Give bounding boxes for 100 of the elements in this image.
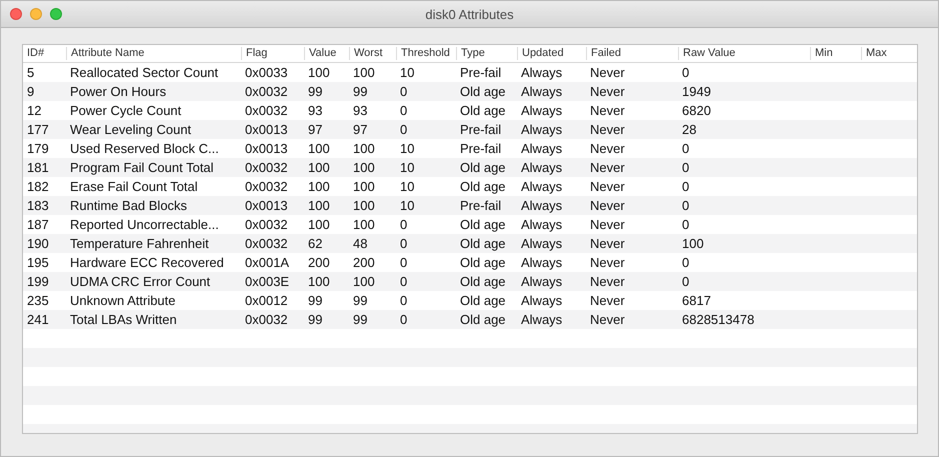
table-row[interactable]: 179 Used Reserved Block C... 0x0013 100 100 10 Pre-fail Always Never 0 (23, 139, 917, 158)
table-cell-text: Never (589, 179, 626, 194)
table-row[interactable]: 5 Reallocated Sector Count 0x0033 100 100 10 Pre-fail Always Never 0 (23, 63, 917, 82)
table-cell-text: 9 (26, 84, 36, 99)
table-cell-text: 0 (399, 293, 408, 308)
table-row[interactable]: 181 Program Fail Count Total 0x0032 100 100 10 Old age Always Never 0 (23, 158, 917, 177)
table-cell-text: 99 (352, 312, 368, 327)
table-cell-text: Never (589, 160, 626, 175)
table-cell-text: 0 (681, 217, 690, 232)
column-header[interactable]: ID# (23, 47, 66, 60)
table-cell-text: Pre-fail (459, 65, 502, 80)
table-cell-text: Reallocated Sector Count (69, 65, 220, 80)
table-row[interactable]: 241 Total LBAs Written 0x0032 99 99 0 Old age Always Never 6828513478 (23, 310, 917, 329)
table-row[interactable]: 187 Reported Uncorrectable... 0x0032 100 100 0 Old age Always Never 0 (23, 215, 917, 234)
table-cell-text: Old age (459, 84, 507, 99)
table-cell-text: Reported Uncorrectable... (69, 217, 220, 232)
table-cell-text: 100 (352, 217, 376, 232)
table-cell-text: Pre-fail (459, 198, 502, 213)
table-cell-text: Old age (459, 236, 507, 251)
table-cell-text: Always (520, 312, 564, 327)
table-cell-text: 0 (681, 141, 690, 156)
table-cell-text: Always (520, 84, 564, 99)
column-header[interactable]: Flag (241, 47, 304, 60)
table-cell-text: 0 (681, 274, 690, 289)
table-cell-text: 0 (681, 179, 690, 194)
table-row[interactable]: 235 Unknown Attribute 0x0012 99 99 0 Old age Always Never 6817 (23, 291, 917, 310)
table-cell-text: 93 (352, 103, 368, 118)
table-row[interactable]: 183 Runtime Bad Blocks 0x0013 100 100 10 Pre-fail Always Never 0 (23, 196, 917, 215)
column-header[interactable]: Worst (349, 47, 396, 60)
table-cell-text: 93 (307, 103, 324, 118)
table-cell-text: 62 (307, 236, 324, 251)
table-cell-text: Wear Leveling Count (69, 122, 192, 137)
table-cell-text: Old age (459, 312, 507, 327)
table-cell-text: 200 (352, 255, 376, 270)
column-header[interactable]: Value (304, 47, 349, 60)
table-row[interactable]: 9 Power On Hours 0x0032 99 99 0 Old age Always Never 1949 (23, 82, 917, 101)
table-cell-text: Temperature Fahrenheit (69, 236, 210, 251)
table-cell-text: Always (520, 141, 564, 156)
table-cell-text: 6820 (681, 103, 712, 118)
table-cell-text: 183 (26, 198, 50, 213)
table-cell-text: 0x0032 (244, 236, 289, 251)
table-row[interactable]: 195 Hardware ECC Recovered 0x001A 200 200 0 Old age Always Never 0 (23, 253, 917, 272)
table-cell-text: 10 (399, 198, 416, 213)
table-row[interactable]: 199 UDMA CRC Error Count 0x003E 100 100 0 Old age Always Never 0 (23, 272, 917, 291)
table-cell-text: 48 (352, 236, 368, 251)
table-cell-text: 190 (26, 236, 50, 251)
column-header[interactable]: Updated (517, 47, 586, 60)
table-cell-text: 99 (307, 293, 324, 308)
column-header[interactable]: Failed (586, 47, 678, 60)
table-cell-text: 182 (26, 179, 50, 194)
column-header[interactable]: Type (456, 47, 517, 60)
table-cell-text: Unknown Attribute (69, 293, 177, 308)
table-row[interactable]: 12 Power Cycle Count 0x0032 93 93 0 Old age Always Never 6820 (23, 101, 917, 120)
table-cell-text: 10 (399, 179, 416, 194)
table-cell-text: 100 (307, 217, 331, 232)
table-cell-text: Never (589, 122, 626, 137)
table-cell-text: Never (589, 274, 626, 289)
column-header[interactable]: Attribute Name (66, 47, 241, 60)
table-cell-text: 200 (307, 255, 331, 270)
table-cell-text: 100 (352, 179, 376, 194)
window-title: disk0 Attributes (425, 6, 514, 22)
zoom-button[interactable] (50, 8, 62, 20)
table-cell-text: 100 (352, 160, 376, 175)
minimize-button[interactable] (30, 8, 42, 20)
table-cell-text: 100 (307, 198, 331, 213)
table-row[interactable]: 190 Temperature Fahrenheit 0x0032 62 48 0 Old age Always Never 100 (23, 234, 917, 253)
table-cell-text: 187 (26, 217, 50, 232)
table-cell-text: Never (589, 198, 626, 213)
table-cell-text: 1949 (681, 84, 712, 99)
table-cell-text: Always (520, 122, 564, 137)
table-cell-text: Always (520, 179, 564, 194)
table-row[interactable]: 182 Erase Fail Count Total 0x0032 100 100 10 Old age Always Never 0 (23, 177, 917, 196)
table-row[interactable]: 177 Wear Leveling Count 0x0013 97 97 0 Pre-fail Always Never 28 (23, 120, 917, 139)
table-cell-text: 0x0013 (244, 122, 289, 137)
table-cell-text: Never (589, 217, 626, 232)
column-header[interactable]: Max (861, 47, 912, 60)
table-cell-text: 99 (307, 312, 324, 327)
table-cell-text: Program Fail Count Total (69, 160, 215, 175)
column-header[interactable]: Raw Value (678, 47, 810, 60)
table-cell-text: 100 (307, 274, 331, 289)
table-cell-text: 0 (399, 274, 408, 289)
table-cell-text: 99 (307, 84, 324, 99)
table-cell-text: Always (520, 65, 564, 80)
column-header[interactable]: Min (810, 47, 861, 60)
table-cell-text: 100 (681, 236, 705, 251)
table-cell-text: 0 (681, 198, 690, 213)
table-cell-text: Pre-fail (459, 122, 502, 137)
table-cell-text: Old age (459, 103, 507, 118)
table-cell-text: 0 (399, 84, 408, 99)
table-cell-text: 10 (399, 160, 416, 175)
table-cell-text: 100 (352, 274, 376, 289)
table-cell-text: Power Cycle Count (69, 103, 182, 118)
table-cell-text: 0 (399, 103, 408, 118)
table-cell-text: 179 (26, 141, 50, 156)
table-cell-text: 0 (399, 312, 408, 327)
close-button[interactable] (10, 8, 22, 20)
table-cell-text: Runtime Bad Blocks (69, 198, 188, 213)
column-header[interactable]: Threshold (396, 47, 456, 60)
table-cell-text: 10 (399, 65, 416, 80)
table-cell-text: 100 (307, 65, 331, 80)
